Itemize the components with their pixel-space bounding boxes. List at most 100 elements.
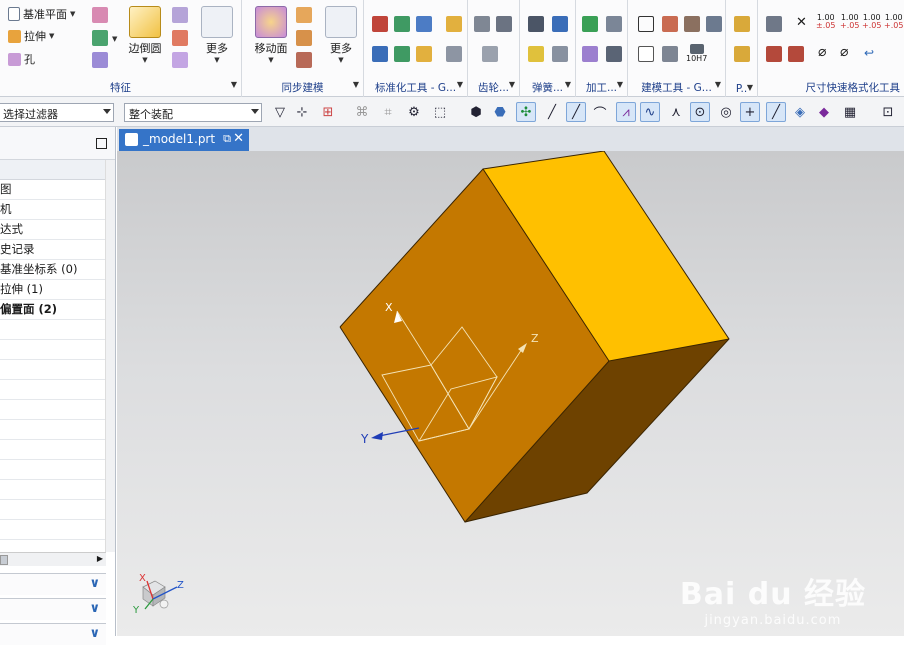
navigator-vertical-scrollbar[interactable]: [105, 160, 115, 552]
machining-tool-1-icon[interactable]: [582, 16, 598, 32]
dim-format-3[interactable]: 1.00 +.05: [862, 14, 881, 30]
diameter-slash-icon[interactable]: ⌀: [840, 44, 848, 60]
pattern-icon[interactable]: [92, 52, 108, 68]
datum-plane-button[interactable]: 基准平面 ▼: [8, 6, 75, 22]
dim-tool-1-icon[interactable]: [766, 16, 782, 32]
hole-button[interactable]: 孔: [8, 51, 35, 67]
view-fit-icon[interactable]: ⊡: [878, 102, 898, 122]
snap-control-point-icon[interactable]: ⩘: [616, 102, 636, 122]
spring-tool-1-icon[interactable]: [528, 16, 544, 32]
std-tool-4-icon[interactable]: [446, 16, 462, 32]
gear-tool-1-icon[interactable]: [474, 16, 490, 32]
nav-row-datum-csys[interactable]: 基准坐标系 (0): [0, 260, 115, 280]
std-tool-6-icon[interactable]: [394, 46, 410, 62]
model-canvas[interactable]: X Z Y X Z Y: [117, 151, 904, 636]
snap-curve-icon[interactable]: ⌒: [590, 102, 610, 122]
shell-icon[interactable]: [92, 30, 108, 46]
extra-tool-1-icon[interactable]: [734, 16, 750, 32]
snap-midpoint-icon[interactable]: ╱: [566, 102, 586, 122]
shell-caret[interactable]: ▼: [112, 35, 117, 43]
std-tool-3-icon[interactable]: [416, 16, 432, 32]
undo-arrow-icon[interactable]: ↩: [864, 46, 874, 60]
table-icon[interactable]: [662, 16, 678, 32]
draft-icon[interactable]: [172, 30, 188, 46]
delete-face-icon[interactable]: [296, 52, 312, 68]
diameter-icon[interactable]: ⌀: [818, 44, 826, 60]
sync-more-button[interactable]: 更多 ▼: [322, 6, 360, 64]
scroll-right-icon[interactable]: ▶: [97, 554, 103, 563]
dim-format-4[interactable]: 1.00 +.05: [884, 14, 903, 30]
detach-tab-icon[interactable]: ⧉: [223, 132, 231, 146]
rectangle-select-icon[interactable]: ⬚: [430, 102, 450, 122]
spring-tool-3-icon[interactable]: [528, 46, 544, 62]
move-face-button[interactable]: 移动面 ▼: [248, 6, 294, 64]
snap-on-curve-icon[interactable]: ╱: [766, 102, 786, 122]
select-body-icon[interactable]: ⬢: [466, 102, 486, 122]
datum-plane-caret[interactable]: ▼: [70, 10, 75, 18]
sync-more-caret[interactable]: ▼: [322, 56, 360, 64]
edge-blend-button[interactable]: 边倒圆 ▼: [124, 6, 166, 64]
selection-intent-icon[interactable]: ⊞: [318, 102, 338, 122]
std-tool-2-icon[interactable]: [394, 16, 410, 32]
machining-tool-4-icon[interactable]: [606, 46, 622, 62]
snap-on-surface-icon[interactable]: ◈: [790, 102, 810, 122]
machining-tool-2-icon[interactable]: [606, 16, 622, 32]
graphics-viewport[interactable]: X Z Y X Z Y Bai du 经验 jingyan.baidu.com: [117, 151, 904, 636]
spring-tool-2-icon[interactable]: [552, 16, 568, 32]
trim-icon[interactable]: [172, 52, 188, 68]
std-tool-5-icon[interactable]: [372, 46, 388, 62]
nav-row-expressions[interactable]: 达式: [0, 220, 115, 240]
snap-intersection-icon[interactable]: ⋏: [666, 102, 686, 122]
preview-panel[interactable]: ∨: [0, 623, 106, 645]
extrude-button[interactable]: 拉伸 ▼: [8, 28, 54, 44]
machining-group-label[interactable]: 加工... ▼: [576, 80, 627, 95]
select-component-icon[interactable]: ⌗: [378, 102, 398, 122]
building-tools-label[interactable]: 建模工具 - G... ▼: [628, 80, 725, 95]
move-face-caret[interactable]: ▼: [248, 56, 294, 64]
dim-format-1[interactable]: 1.00 ±.05: [816, 14, 835, 30]
standard-tools-label[interactable]: 标准化工具 - G... ▼: [364, 80, 467, 95]
close-x-icon[interactable]: ✕: [796, 15, 807, 30]
std-tool-8-icon[interactable]: [446, 46, 462, 62]
building-tool-4-icon[interactable]: [706, 16, 722, 32]
chamfer-icon[interactable]: [172, 7, 188, 23]
dim-quick-label[interactable]: 尺寸快速格式化工具: [758, 80, 904, 95]
filter-reset-icon[interactable]: ▽: [270, 102, 290, 122]
snap-endpoint-icon[interactable]: ✣: [516, 102, 536, 122]
gear-tool-3-icon[interactable]: [482, 46, 498, 62]
triangle-icon[interactable]: [638, 16, 654, 32]
select-feature-icon[interactable]: ⚙: [404, 102, 424, 122]
dim-tool-6-icon[interactable]: [788, 46, 804, 62]
replace-face-icon[interactable]: [296, 7, 312, 23]
nav-row-offset-face[interactable]: 偏置面 (2): [0, 300, 115, 320]
tolerance-button[interactable]: 10H7: [686, 44, 707, 63]
snap-line-icon[interactable]: ╱: [542, 102, 562, 122]
nav-row-cameras[interactable]: 机: [0, 200, 115, 220]
snap-existing-point-icon[interactable]: +: [740, 102, 760, 122]
scrollbar-thumb[interactable]: [0, 555, 8, 565]
nav-row-extrude[interactable]: 拉伸 (1): [0, 280, 115, 300]
dim-format-2[interactable]: 1.00 +.05: [840, 14, 859, 30]
offset-region-icon[interactable]: [296, 30, 312, 46]
scope-select[interactable]: 整个装配: [124, 103, 262, 122]
gear-tool-2-icon[interactable]: [496, 16, 512, 32]
spring-group-label[interactable]: 弹簧... ▼: [520, 80, 575, 95]
navigator-column-header[interactable]: [0, 160, 115, 180]
snap-grid-icon[interactable]: ▦: [840, 102, 860, 122]
select-face-icon[interactable]: ⬣: [490, 102, 510, 122]
unite-icon[interactable]: [92, 7, 108, 23]
std-tool-1-icon[interactable]: [372, 16, 388, 32]
machining-tool-3-icon[interactable]: [582, 46, 598, 62]
extra-tool-2-icon[interactable]: [734, 46, 750, 62]
close-tab-icon[interactable]: ✕: [233, 131, 244, 146]
nav-row-history[interactable]: 史记录: [0, 240, 115, 260]
extra-group-label[interactable]: P.. ▼: [726, 83, 757, 95]
building-tool-6-icon[interactable]: [662, 46, 678, 62]
snap-quadrant-icon[interactable]: ◎: [716, 102, 736, 122]
feature-more-caret[interactable]: ▼: [198, 56, 236, 64]
spring-tool-4-icon[interactable]: [552, 46, 568, 62]
note-icon[interactable]: [638, 46, 654, 62]
chevron-down-icon[interactable]: ∨: [89, 576, 100, 591]
feature-more-button[interactable]: 更多 ▼: [198, 6, 236, 64]
chevron-down-icon[interactable]: ∨: [89, 601, 100, 616]
